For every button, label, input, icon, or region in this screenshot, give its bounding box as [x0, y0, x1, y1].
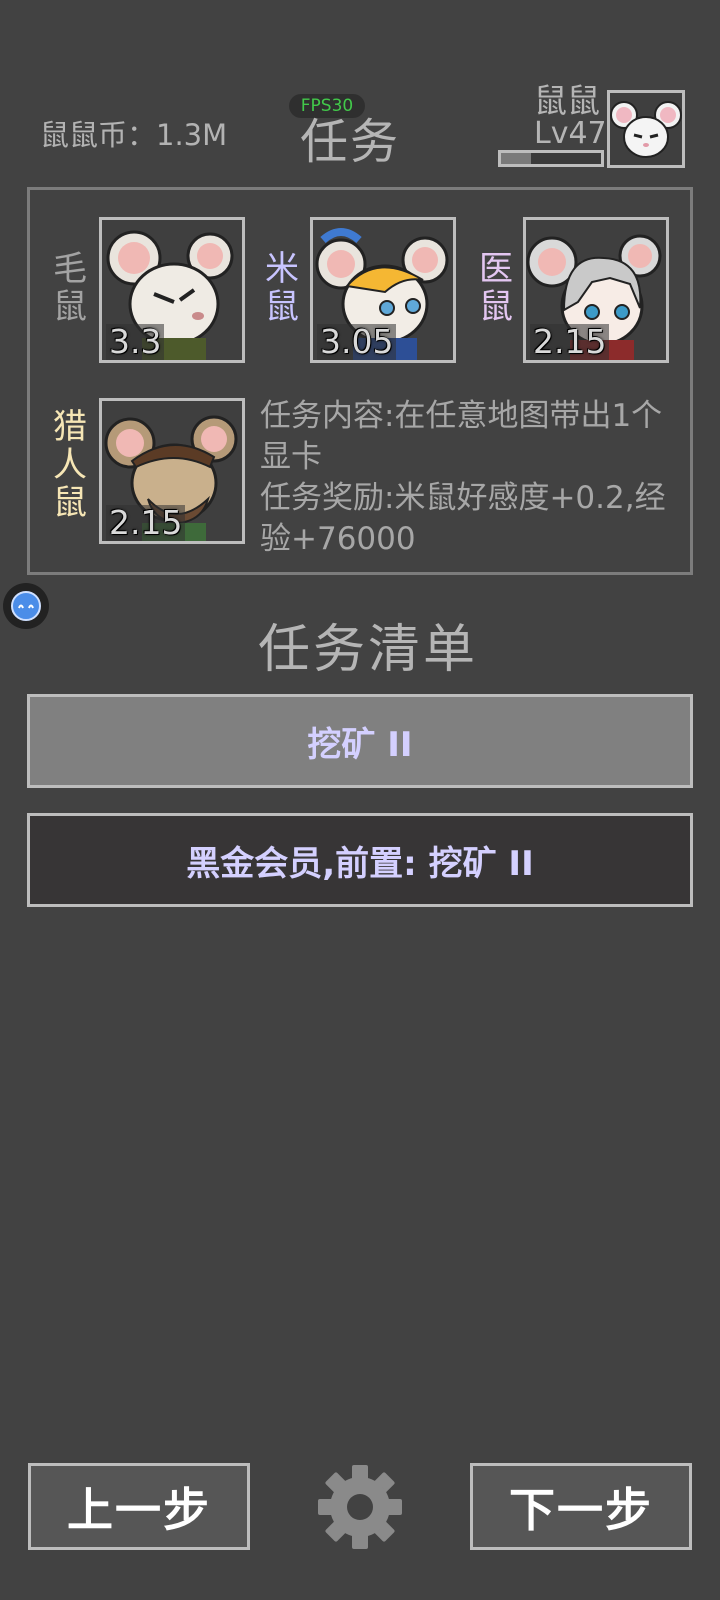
- previous-step-button[interactable]: 上一步: [28, 1463, 250, 1550]
- crew-name-mi: 米 鼠: [265, 249, 299, 327]
- crew-score-lie: 2.15: [106, 505, 186, 541]
- task-item-label: 挖矿 II: [307, 724, 413, 765]
- task-reward: 任务奖励:米鼠好感度+0.2,经验+76000: [260, 480, 666, 557]
- task-item-mining-2[interactable]: 挖矿 II: [27, 694, 693, 788]
- player-level: Lv47: [534, 116, 607, 151]
- white-mouse-icon: [610, 101, 682, 158]
- crew-name-mao: 毛 鼠: [53, 249, 87, 327]
- task-item-label: 黑金会员,前置: 挖矿 II: [186, 843, 534, 884]
- crew-score-mi: 3.05: [317, 324, 397, 360]
- crew-portrait-yi[interactable]: 2.15: [523, 217, 669, 363]
- coin-balance: 鼠鼠币：1.3M: [40, 118, 228, 152]
- assistant-face-icon: [11, 591, 41, 621]
- task-content: 任务内容:在任意地图带出1个显卡: [260, 398, 663, 475]
- floating-assistant-button[interactable]: [3, 583, 49, 629]
- crew-portrait-mi[interactable]: 3.05: [310, 217, 456, 363]
- xp-bar: [498, 150, 604, 167]
- xp-bar-fill: [501, 153, 531, 164]
- page-title: 任务: [300, 114, 401, 170]
- crew-score-yi: 2.15: [530, 324, 610, 360]
- task-description: 任务内容:在任意地图带出1个显卡 任务奖励:米鼠好感度+0.2,经验+76000: [260, 396, 680, 560]
- player-name: 鼠鼠: [534, 81, 600, 120]
- crew-portrait-lie[interactable]: 2.15: [99, 398, 245, 544]
- crew-portrait-mao[interactable]: 3.3: [99, 217, 245, 363]
- task-list-title: 任务清单: [258, 620, 479, 680]
- player-avatar[interactable]: [607, 90, 685, 168]
- crew-score-mao: 3.3: [106, 324, 165, 360]
- gear-icon[interactable]: [316, 1463, 404, 1551]
- next-step-button[interactable]: 下一步: [470, 1463, 692, 1550]
- crew-name-yi: 医 鼠: [479, 249, 513, 327]
- crew-name-lie: 猎 人 鼠: [53, 407, 87, 523]
- task-item-black-gold[interactable]: 黑金会员,前置: 挖矿 II: [27, 813, 693, 907]
